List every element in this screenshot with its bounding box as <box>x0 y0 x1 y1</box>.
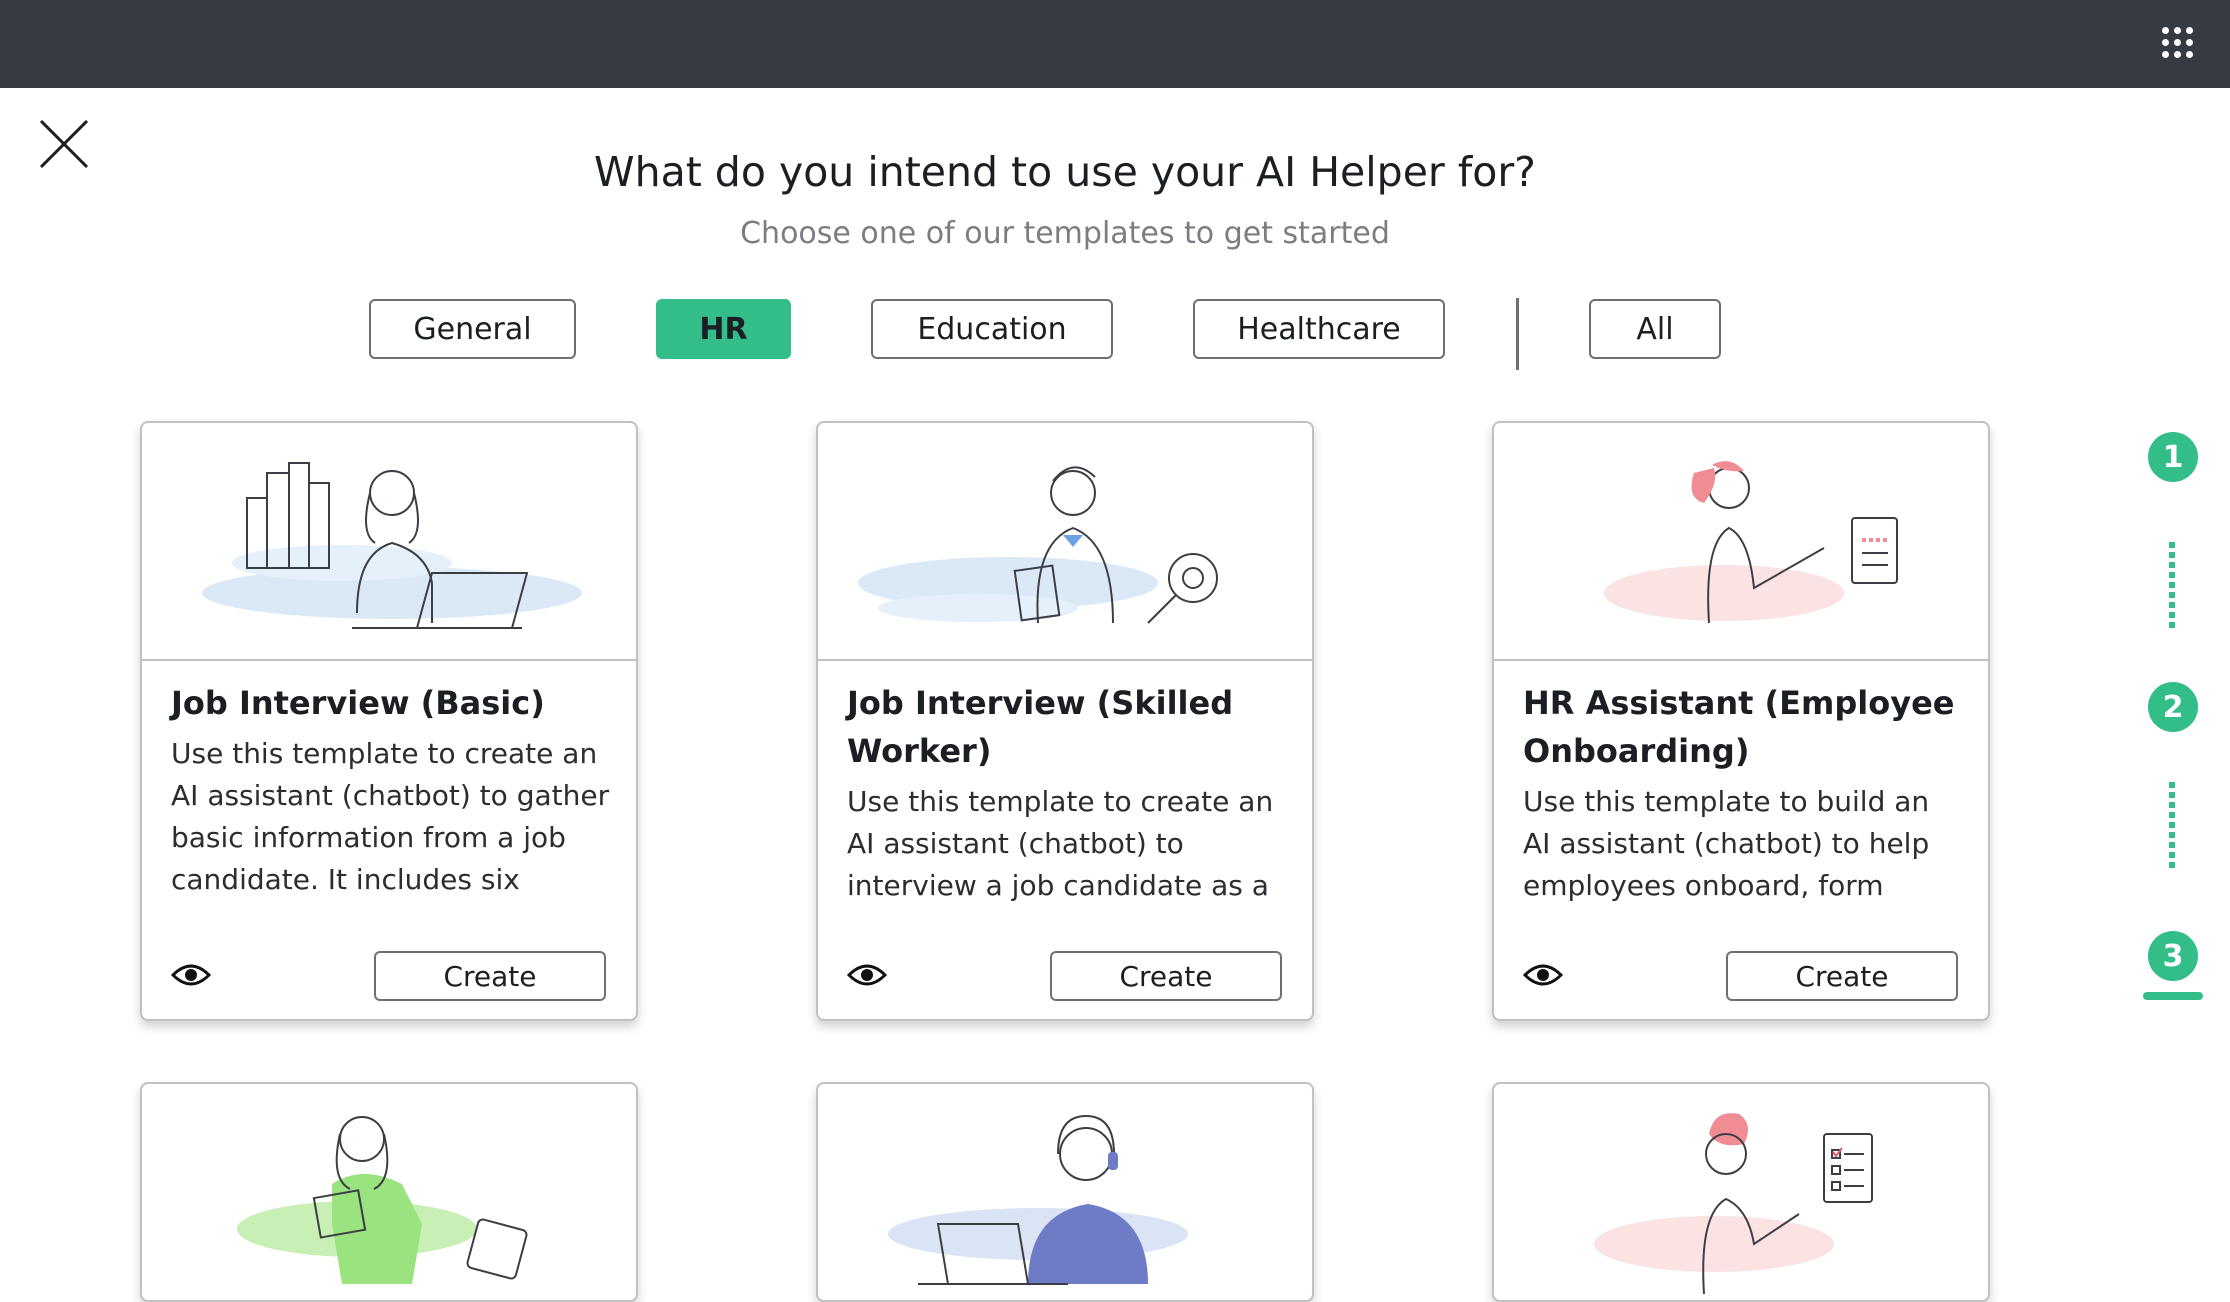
page-title: What do you intend to use your AI Helper… <box>594 148 1536 196</box>
card-title: Job Interview (Skilled Worker) <box>847 684 1234 770</box>
card-title: Job Interview (Basic) <box>171 684 545 722</box>
filter-divider <box>1516 298 1519 370</box>
filter-general[interactable]: General <box>369 299 576 359</box>
step-connector <box>2169 542 2175 632</box>
page-subtitle: Choose one of our templates to get start… <box>740 216 1390 251</box>
create-button[interactable]: Create <box>1726 951 1958 1001</box>
template-card[interactable]: HR Assistant (Employee Onboarding) Use t… <box>1492 421 1990 1021</box>
active-step-indicator <box>2143 992 2203 1000</box>
eye-icon[interactable] <box>847 961 887 989</box>
card-illustration <box>1494 423 1988 661</box>
template-card[interactable] <box>140 1082 638 1302</box>
card-illustration <box>818 1084 1312 1300</box>
card-illustration <box>142 1084 636 1300</box>
filter-healthcare[interactable]: Healthcare <box>1193 299 1445 359</box>
step-3[interactable]: 3 <box>2148 931 2198 981</box>
step-1[interactable]: 1 <box>2148 432 2198 482</box>
card-title: HR Assistant (Employee Onboarding) <box>1523 684 1955 770</box>
step-2[interactable]: 2 <box>2148 682 2198 732</box>
card-illustration <box>1494 1084 1988 1300</box>
eye-icon[interactable] <box>171 961 211 989</box>
grid-icon[interactable] <box>2162 27 2194 59</box>
top-bar <box>0 0 2230 88</box>
template-card[interactable]: Job Interview (Basic) Use this template … <box>140 421 638 1021</box>
filter-hr[interactable]: HR <box>656 299 791 359</box>
filter-all[interactable]: All <box>1589 299 1721 359</box>
card-illustration <box>142 423 636 661</box>
filter-education[interactable]: Education <box>871 299 1113 359</box>
card-description: Use this template to create an AI assist… <box>847 785 1274 902</box>
template-card[interactable] <box>816 1082 1314 1302</box>
card-description: Use this template to create an AI assist… <box>171 737 610 896</box>
card-illustration <box>818 423 1312 661</box>
card-description: Use this template to build an AI assista… <box>1523 785 1930 902</box>
create-button[interactable]: Create <box>374 951 606 1001</box>
template-card[interactable]: Job Interview (Skilled Worker) Use this … <box>816 421 1314 1021</box>
create-button[interactable]: Create <box>1050 951 1282 1001</box>
step-connector <box>2169 782 2175 872</box>
template-card[interactable] <box>1492 1082 1990 1302</box>
eye-icon[interactable] <box>1523 961 1563 989</box>
